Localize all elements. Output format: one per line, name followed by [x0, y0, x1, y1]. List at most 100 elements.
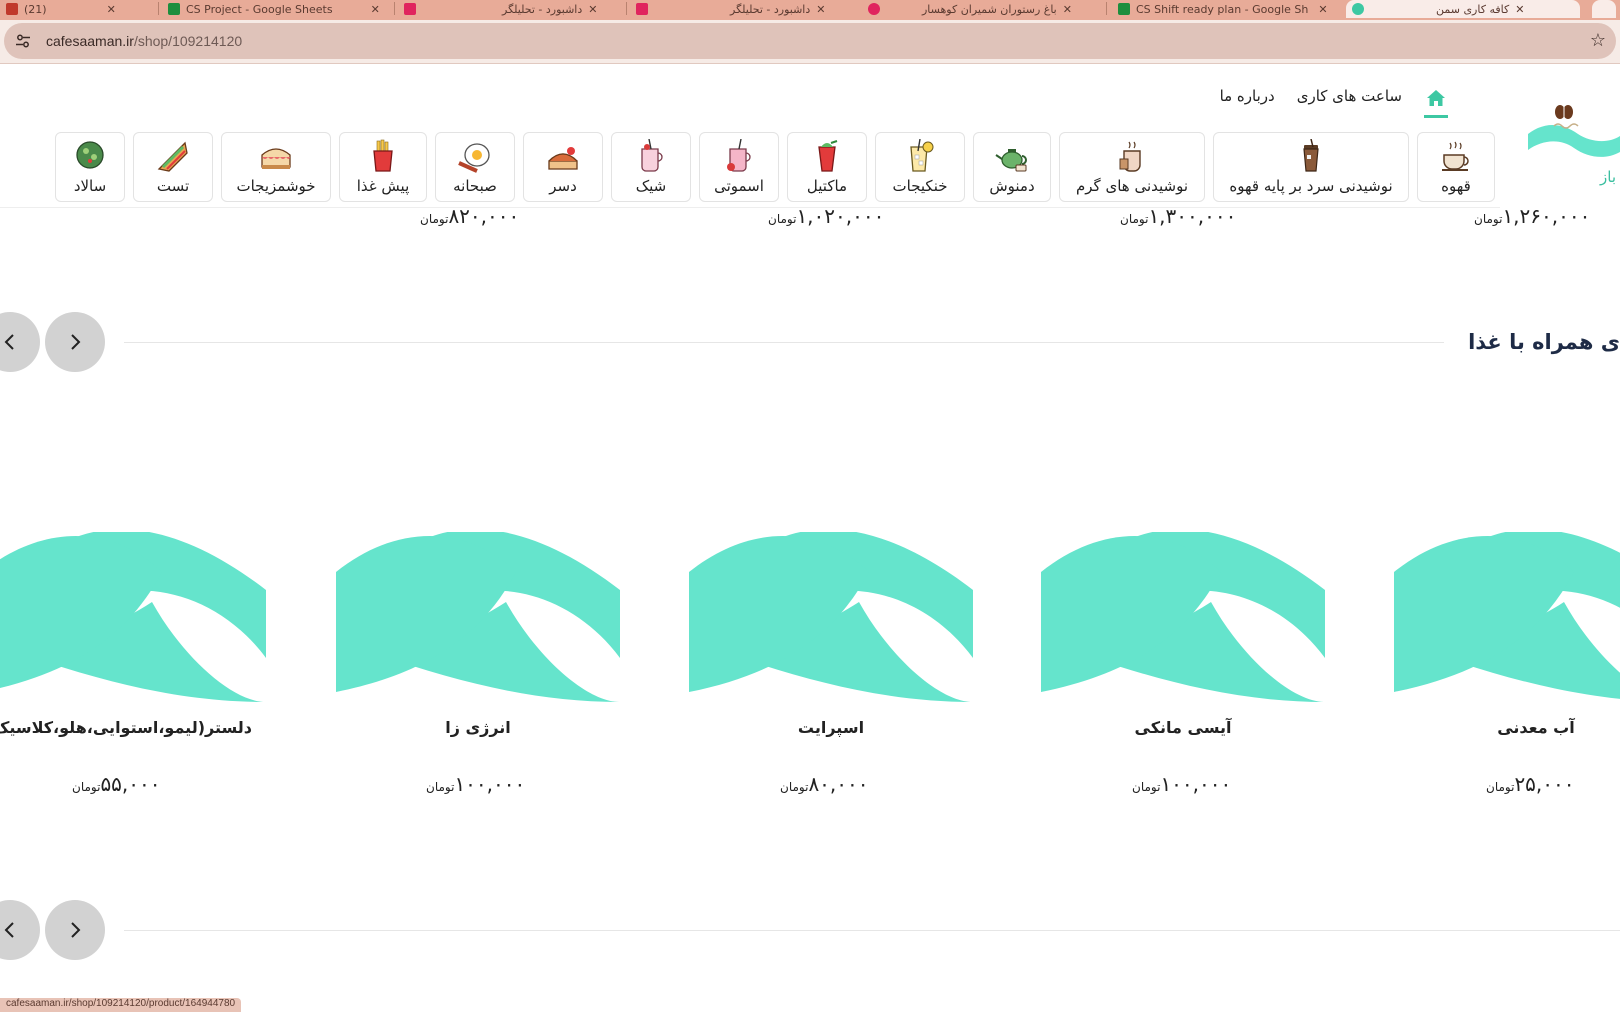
category-smoothie[interactable]: اسموتی	[699, 132, 779, 202]
section-divider	[124, 930, 1620, 931]
carousel-next-button[interactable]	[45, 900, 105, 960]
close-icon[interactable]: ✕	[1063, 3, 1072, 16]
nav-about-us[interactable]: درباره ما	[1220, 87, 1275, 105]
category-label: دسر	[549, 177, 577, 195]
product-name[interactable]: دلستر(لیمو،استوایی،هلو،کلاسیک)	[0, 718, 252, 737]
browser-tab[interactable]: (21) ✕	[0, 0, 140, 18]
price-currency: تومان	[420, 212, 449, 226]
close-icon[interactable]: ✕	[816, 3, 825, 16]
price-currency: تومان	[1120, 212, 1149, 226]
nav-working-hours[interactable]: ساعت های کاری	[1297, 87, 1402, 105]
product-placeholder-image[interactable]	[1394, 532, 1620, 702]
hot-drink-icon	[1119, 141, 1141, 172]
new-tab-button[interactable]	[1592, 0, 1616, 18]
category-label: پیش غذا	[356, 177, 410, 195]
product-placeholder-image[interactable]	[1041, 532, 1325, 702]
price-amount: ۱۰۰,۰۰۰	[454, 772, 526, 796]
browser-tab[interactable]: CS Project - Google Sheets ✕	[162, 0, 382, 18]
carousel-prev-button[interactable]	[0, 312, 40, 372]
chevron-left-icon	[4, 922, 14, 938]
price-amount: ۲۵,۰۰۰	[1514, 772, 1575, 796]
browser-tab-strip: (21) ✕ CS Project - Google Sheets ✕ داشب…	[0, 0, 1620, 20]
category-shake[interactable]: شیک	[611, 132, 691, 202]
url-path: /shop/109214120	[133, 33, 243, 49]
category-treats[interactable]: خوشمزیجات	[221, 132, 331, 202]
url-text[interactable]: cafesaaman.ir/shop/109214120	[46, 33, 242, 49]
coffee-cup-icon	[1442, 141, 1469, 171]
close-icon[interactable]: ✕	[588, 3, 597, 16]
product-name[interactable]: آب معدنی	[1386, 718, 1620, 737]
product-name[interactable]: آیسی مانکی	[1033, 718, 1333, 737]
category-cold-drinks[interactable]: خنکیجات	[875, 132, 965, 202]
price-amount: ۱,۳۰۰,۰۰۰	[1148, 204, 1237, 228]
home-icon[interactable]	[1424, 82, 1448, 118]
logo-badge: باز	[1600, 168, 1616, 186]
browser-tab[interactable]: باغ رستوران شمیران کوهسار ✕	[862, 0, 1086, 18]
browser-tab[interactable]: CS Shift ready plan - Google Sh ✕	[1112, 0, 1342, 18]
category-dessert[interactable]: دسر	[523, 132, 603, 202]
chevron-right-icon	[71, 922, 81, 938]
category-appetizer[interactable]: پیش غذا	[339, 132, 427, 202]
category-label: قهوه	[1441, 177, 1471, 195]
category-label: اسموتی	[714, 177, 764, 195]
browser-tab[interactable]: داشبورد - تحلیلگر ✕	[398, 0, 620, 18]
address-bar: cafesaaman.ir/shop/109214120 ☆	[0, 20, 1620, 64]
shake-icon	[641, 139, 663, 172]
category-label: خنکیجات	[892, 177, 948, 195]
product-placeholder-image[interactable]	[0, 532, 266, 702]
category-salad[interactable]: سالاد	[55, 132, 125, 202]
tab-title: کافه کاری سمن	[1436, 2, 1510, 16]
tab-separator	[394, 2, 395, 15]
product-name[interactable]: انرژی زا	[328, 718, 628, 737]
url-host: cafesaaman.ir	[46, 33, 134, 49]
category-breakfast[interactable]: صبحانه	[435, 132, 515, 202]
tab-separator	[626, 2, 627, 15]
category-hot-drinks[interactable]: نوشیدنی های گرم	[1059, 132, 1205, 202]
status-bar-url: cafesaaman.ir/shop/109214120/product/164…	[0, 998, 242, 1012]
category-iced-coffee[interactable]: نوشیدنی سرد بر پایه قهوه	[1213, 132, 1409, 202]
page-content: باز ساعت های کاری درباره ما قهوه نوشیدنی…	[0, 64, 1620, 1012]
browser-tab[interactable]: داشبورد - تحلیلگر ✕	[630, 0, 854, 18]
dessert-icon	[548, 147, 578, 170]
cafe-logo[interactable]	[1528, 100, 1620, 170]
tab-favicon	[868, 3, 880, 15]
close-icon[interactable]: ✕	[107, 3, 116, 16]
fries-icon	[373, 139, 393, 172]
browser-tab-active[interactable]: کافه کاری سمن ✕	[1346, 0, 1580, 18]
teapot-icon	[995, 149, 1027, 172]
product-price: تومان ۸۰,۰۰۰	[780, 772, 869, 796]
chevron-right-icon	[71, 334, 81, 350]
toast-icon	[157, 141, 188, 172]
site-settings-icon[interactable]	[12, 30, 34, 52]
tab-favicon	[404, 3, 416, 15]
carousel-next-button[interactable]	[45, 312, 105, 372]
lemonade-icon	[910, 139, 934, 172]
close-icon[interactable]: ✕	[1318, 3, 1327, 16]
category-label: سالاد	[73, 177, 107, 195]
price-amount: ۱,۲۶۰,۰۰۰	[1502, 204, 1591, 228]
close-icon[interactable]: ✕	[1515, 3, 1524, 16]
product-price: تومان ۲۵,۰۰۰	[1486, 772, 1575, 796]
bookmark-star-icon[interactable]: ☆	[1590, 30, 1606, 51]
category-herbal-tea[interactable]: دمنوش	[973, 132, 1051, 202]
category-toast[interactable]: تست	[133, 132, 213, 202]
category-label: تست	[156, 177, 190, 195]
product-placeholder-image[interactable]	[336, 532, 620, 702]
close-icon[interactable]: ✕	[371, 3, 380, 16]
product-name[interactable]: اسپرایت	[681, 718, 981, 737]
price-amount: ۸۰,۰۰۰	[808, 772, 869, 796]
carousel-prev-button[interactable]	[0, 900, 40, 960]
category-label: شیک	[635, 177, 667, 195]
tab-favicon	[636, 3, 648, 15]
chevron-left-icon	[4, 334, 14, 350]
category-label: صبحانه	[453, 177, 497, 195]
tab-favicon	[1352, 3, 1364, 15]
product-placeholder-image[interactable]	[689, 532, 973, 702]
salad-icon	[76, 141, 104, 169]
price-currency: تومان	[1474, 212, 1503, 226]
category-mocktail[interactable]: ماکتیل	[787, 132, 867, 202]
category-coffee[interactable]: قهوه	[1417, 132, 1495, 202]
category-label: خوشمزیجات	[236, 177, 316, 195]
omnibox[interactable]: cafesaaman.ir/shop/109214120 ☆	[4, 23, 1616, 59]
mocktail-icon	[818, 140, 838, 172]
